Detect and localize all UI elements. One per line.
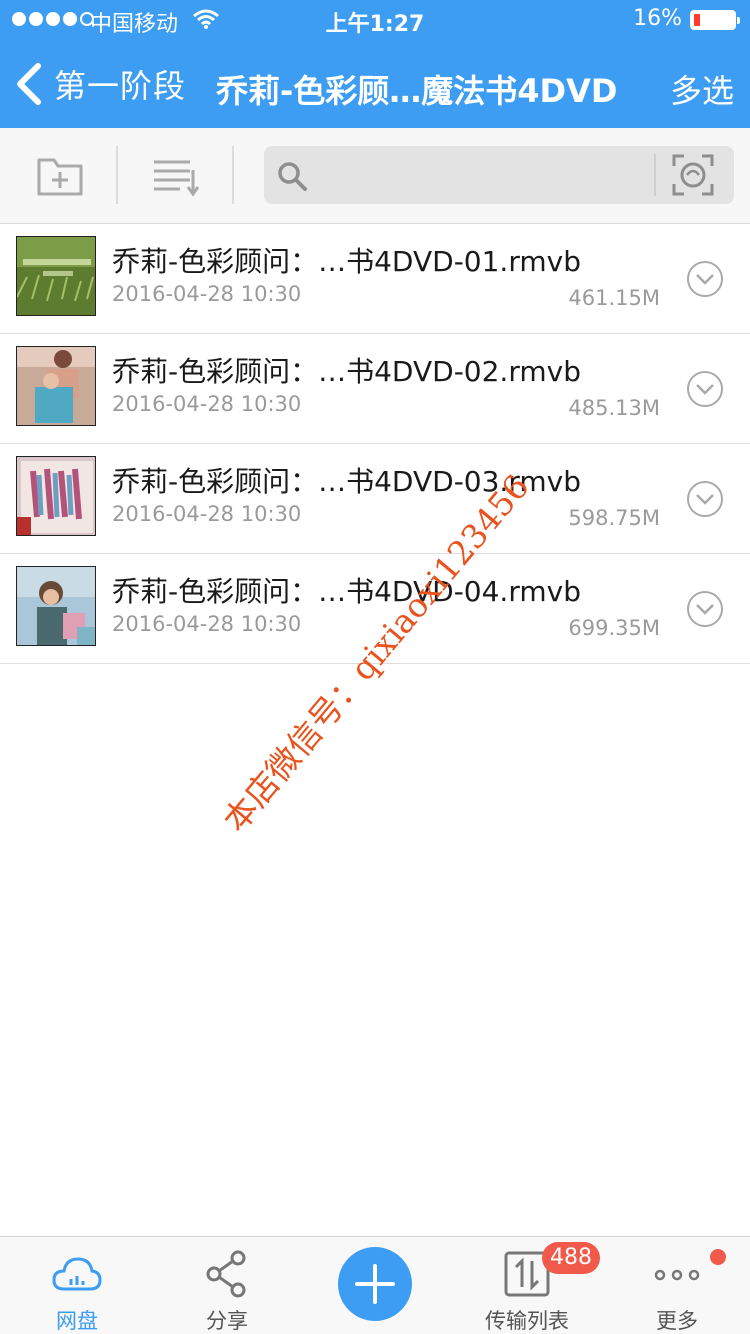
transfer-count-badge: 488 — [542, 1242, 600, 1274]
file-name: 乔莉-色彩顾问：…书4DVD-01.rmvb — [112, 245, 581, 278]
file-date: 2016-04-28 10:30 — [112, 612, 302, 636]
toolbar — [0, 128, 750, 224]
battery-percent: 16% — [633, 6, 682, 31]
video-thumbnail — [16, 346, 96, 426]
file-row[interactable]: 乔莉-色彩顾问：…书4DVD-02.rmvb 2016-04-28 10:30 … — [0, 334, 750, 444]
multi-select-button[interactable]: 多选 — [670, 66, 734, 112]
tab-label: 网盘 — [56, 1309, 98, 1333]
nav-bar: 第一阶段 乔莉-色彩顾…魔法书4DVD 多选 — [0, 44, 750, 128]
back-button[interactable]: 第一阶段 — [14, 60, 186, 108]
sort-list-icon[interactable] — [152, 154, 200, 198]
file-date: 2016-04-28 10:30 — [112, 392, 302, 416]
search-box[interactable] — [264, 146, 734, 204]
chevron-down-icon[interactable] — [686, 370, 724, 408]
chevron-down-icon[interactable] — [686, 590, 724, 628]
status-bar: 中国移动 上午1:27 16% — [0, 0, 750, 40]
notification-dot — [710, 1249, 726, 1265]
toolbar-divider — [232, 146, 234, 204]
chevron-down-icon[interactable] — [686, 260, 724, 298]
video-thumbnail — [16, 566, 96, 646]
file-size: 598.75M — [568, 506, 660, 530]
more-icon — [654, 1269, 700, 1281]
tab-share[interactable]: 分享 — [152, 1237, 302, 1334]
cloud-icon — [52, 1257, 102, 1291]
tab-cloud-drive[interactable]: 网盘 — [2, 1237, 152, 1334]
file-list: 乔莉-色彩顾问：…书4DVD-01.rmvb 2016-04-28 10:30 … — [0, 224, 750, 664]
tab-more[interactable]: 更多 — [602, 1237, 750, 1334]
tab-label: 更多 — [656, 1309, 698, 1333]
add-button[interactable] — [338, 1247, 412, 1321]
search-icon — [278, 162, 307, 191]
back-label: 第一阶段 — [54, 67, 187, 105]
file-name: 乔莉-色彩顾问：…书4DVD-02.rmvb — [112, 355, 581, 388]
tab-bar: 网盘 分享 传输列表 488 更多 — [0, 1236, 750, 1334]
video-thumbnail — [16, 236, 96, 316]
file-size: 461.15M — [568, 286, 660, 310]
toolbar-divider — [116, 146, 118, 204]
file-size: 485.13M — [568, 396, 660, 420]
file-row[interactable]: 乔莉-色彩顾问：…书4DVD-01.rmvb 2016-04-28 10:30 … — [0, 224, 750, 334]
file-size: 699.35M — [568, 616, 660, 640]
tab-label: 传输列表 — [485, 1309, 569, 1333]
file-date: 2016-04-28 10:30 — [112, 282, 302, 306]
file-row[interactable]: 乔莉-色彩顾问：…书4DVD-03.rmvb 2016-04-28 10:30 … — [0, 444, 750, 554]
video-thumbnail — [16, 456, 96, 536]
header: 中国移动 上午1:27 16% 第一阶段 乔莉-色彩顾…魔法书4DVD 多选 — [0, 0, 750, 128]
scan-icon[interactable] — [670, 152, 716, 198]
search-input[interactable] — [316, 156, 646, 194]
file-name: 乔莉-色彩顾问：…书4DVD-04.rmvb — [112, 575, 581, 608]
share-icon — [206, 1250, 246, 1298]
chevron-left-icon — [17, 63, 41, 105]
folder-add-icon[interactable] — [36, 154, 84, 198]
chevron-down-icon[interactable] — [686, 480, 724, 518]
tab-label: 分享 — [206, 1309, 248, 1333]
file-date: 2016-04-28 10:30 — [112, 502, 302, 526]
search-divider — [654, 154, 656, 196]
page-title: 乔莉-色彩顾…魔法书4DVD — [216, 72, 618, 110]
battery-icon — [690, 10, 740, 30]
